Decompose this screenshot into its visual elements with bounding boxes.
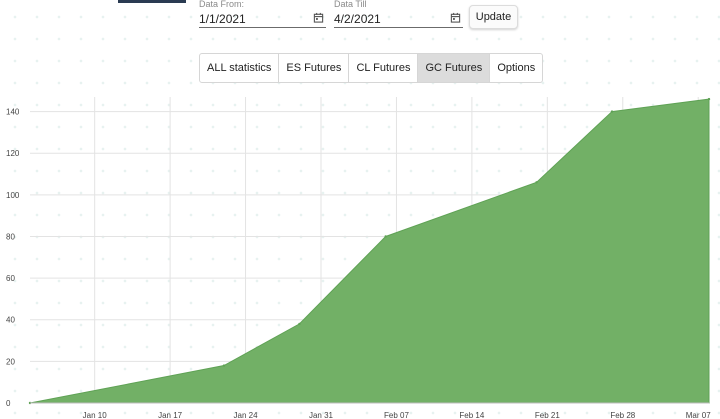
y-tick-label: 100	[6, 191, 20, 200]
date-till-underline	[334, 27, 463, 28]
statistics-tab-group: ALL statistics ES Futures CL Futures GC …	[199, 53, 544, 83]
date-till-label: Data Till	[334, 0, 367, 9]
y-tick-label: 140	[6, 108, 20, 117]
date-from-input[interactable]	[199, 10, 299, 28]
x-tick-label: Jan 10	[83, 411, 108, 419]
x-tick-label: Feb 21	[535, 411, 560, 419]
data-point	[384, 235, 387, 238]
data-point	[298, 322, 301, 326]
y-tick-label: 80	[6, 232, 15, 241]
calendar-icon[interactable]	[313, 12, 324, 23]
tab-all-statistics[interactable]: ALL statistics	[200, 54, 280, 82]
x-tick-label: Feb 07	[384, 411, 409, 419]
tab-gc-futures[interactable]: GC Futures	[418, 54, 491, 82]
tab-cl-futures[interactable]: CL Futures	[349, 54, 419, 82]
x-tick-label: Jan 31	[309, 411, 334, 419]
y-tick-label: 120	[6, 149, 20, 158]
x-tick-label: Feb 28	[610, 411, 635, 419]
data-point	[535, 181, 538, 184]
tab-options[interactable]: Options	[490, 54, 542, 82]
update-button[interactable]: Update	[469, 5, 518, 29]
y-tick-label: 20	[6, 357, 15, 366]
date-till-input[interactable]	[334, 10, 434, 28]
data-point	[222, 364, 226, 367]
y-tick-label: 0	[6, 399, 11, 408]
x-tick-label: Jan 24	[234, 411, 259, 419]
date-from-underline	[199, 27, 326, 28]
calendar-icon[interactable]	[450, 12, 461, 23]
data-point	[610, 110, 614, 113]
area-series	[29, 98, 710, 404]
tab-es-futures[interactable]: ES Futures	[279, 54, 350, 82]
y-tick-label: 60	[6, 274, 15, 283]
y-tick-label: 40	[6, 316, 15, 325]
x-tick-label: Mar 07	[686, 411, 711, 419]
date-from-label: Data From:	[199, 0, 245, 9]
x-tick-label: Feb 14	[459, 411, 484, 419]
x-tick-label: Jan 17	[158, 411, 183, 419]
data-point	[707, 97, 711, 101]
